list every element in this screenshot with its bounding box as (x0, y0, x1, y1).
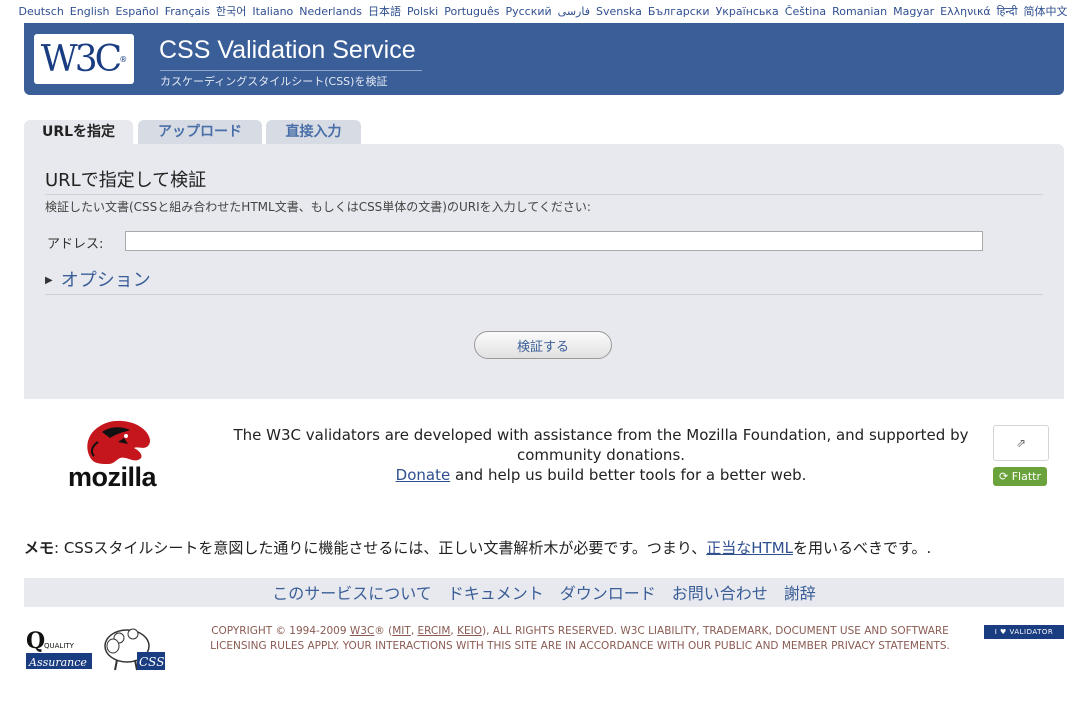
copyright-mid: ® ( (374, 625, 393, 637)
footer-link-docs[interactable]: ドキュメント (448, 584, 544, 603)
options-toggle[interactable]: ▶ オプション (45, 266, 1043, 295)
triangle-right-icon: ▶ (45, 275, 53, 286)
external-link-icon: ⇗ (1015, 436, 1027, 450)
qa-bottom-text: Assurance (28, 656, 87, 669)
note-label: メモ (24, 539, 55, 557)
lang-link[interactable]: Čeština (785, 5, 826, 18)
tab-by-uri[interactable]: URLを指定 (24, 120, 133, 144)
lang-link[interactable]: Русский (505, 5, 551, 18)
lang-link[interactable]: Deutsch (19, 5, 64, 18)
footer-link-about[interactable]: このサービスについて (272, 584, 432, 603)
mit-link[interactable]: MIT (392, 625, 411, 637)
address-label: アドレス: (47, 237, 104, 252)
w3c-logo[interactable]: W3C ® (34, 34, 134, 84)
lang-link[interactable]: Português (444, 5, 499, 18)
check-button[interactable]: 検証する (474, 331, 612, 359)
lang-link[interactable]: Български (648, 5, 710, 18)
lang-link[interactable]: हिन्दी (997, 5, 1018, 18)
note: メモ: CSSスタイルシートを意図した通りに機能させるには、正しい文書解析木が必… (24, 537, 931, 558)
lang-link[interactable]: 日本語 (368, 5, 401, 18)
sponsor-message: The W3C validators are developed with as… (206, 425, 996, 485)
sponsor-line: The W3C validators are developed with as… (233, 426, 969, 464)
copyright-notice: COPYRIGHT © 1994-2009 W3C® (MIT, ERCIM, … (210, 625, 950, 652)
w3c-logo-text: W3C (40, 38, 122, 80)
keio-link[interactable]: KEIO (457, 625, 482, 637)
note-text: : CSSスタイルシートを意図した通りに機能させるには、正しい文書解析木が必要で… (54, 539, 707, 557)
qa-top-text: QUALITY (44, 642, 75, 650)
tab-direct-input[interactable]: 直接入力 (266, 120, 361, 144)
tab-upload[interactable]: アップロード (138, 120, 262, 144)
lang-link[interactable]: Français (165, 5, 210, 18)
panel-heading: URLで指定して検証 (45, 166, 1043, 195)
ercim-link[interactable]: ERCIM (418, 625, 451, 637)
lang-link[interactable]: 简体中文 (1023, 5, 1067, 18)
donate-link[interactable]: Donate (396, 466, 451, 484)
lang-link[interactable]: Nederlands (299, 5, 362, 18)
lang-link[interactable]: Magyar (893, 5, 934, 18)
lang-link[interactable]: فارسی (558, 5, 590, 18)
lang-link[interactable]: Italiano (252, 5, 293, 18)
valid-html-link[interactable]: 正当なHTML (706, 539, 793, 557)
flattr-button[interactable]: ⟳ Flattr (993, 467, 1047, 486)
registered-mark: ® (119, 54, 128, 64)
footer-nav: このサービスについて ドキュメント ダウンロード お問い合わせ 謝辞 (24, 578, 1064, 607)
validate-by-uri-panel: URLで指定して検証 検証したい文書(CSSと組み合わせたHTML文書、もしくは… (24, 144, 1064, 399)
lang-link[interactable]: Svenska (596, 5, 642, 18)
i-love-validator-badge[interactable]: I ♥ VALIDATOR (984, 625, 1064, 639)
options-label: オプション (60, 270, 151, 291)
css-badge-text: CSS (139, 655, 164, 669)
panel-description: 検証したい文書(CSSと組み合わせたHTML文書、もしくはCSS単体の文書)のU… (45, 200, 591, 214)
lang-link[interactable]: English (70, 5, 110, 18)
flattr-counter[interactable]: ⇗ (993, 425, 1049, 461)
lang-link[interactable]: Romanian (832, 5, 887, 18)
lang-link[interactable]: Polski (407, 5, 438, 18)
lang-link[interactable]: Español (116, 5, 159, 18)
lang-link[interactable]: Українська (716, 5, 779, 18)
lang-link[interactable]: 한국어 (216, 5, 246, 18)
copyright-prefix: COPYRIGHT © 1994-2009 (211, 625, 350, 637)
flattr-label: Flattr (1011, 470, 1041, 483)
site-subtitle: カスケーディングスタイルシート(CSS)を検証 (160, 70, 422, 89)
footer-link-download[interactable]: ダウンロード (560, 584, 656, 603)
lang-link[interactable]: Ελληνικά (940, 5, 991, 18)
donate-tail: and help us build better tools for a bet… (450, 466, 807, 484)
w3c-link[interactable]: W3C (350, 625, 374, 637)
css-sheep-logo[interactable]: CSS (99, 624, 165, 671)
mozilla-wordmark: mozilla (68, 462, 157, 492)
address-input[interactable] (125, 231, 983, 251)
footer-link-feedback[interactable]: お問い合わせ (672, 584, 768, 603)
svg-text:Q: Q (26, 628, 45, 654)
header-banner: W3C ® CSS Validation Service カスケーディングスタイル… (24, 23, 1064, 95)
flattr-icon: ⟳ (999, 470, 1009, 483)
language-bar: Deutsch English Español Français 한국어 Italiano… (0, 3, 1086, 19)
footer-link-credits[interactable]: 謝辞 (784, 584, 816, 603)
quality-assurance-logo[interactable]: Q QUALITY Assurance (26, 628, 94, 670)
note-tail: を用いるべきです。. (793, 539, 932, 557)
site-title[interactable]: CSS Validation Service (159, 36, 416, 65)
